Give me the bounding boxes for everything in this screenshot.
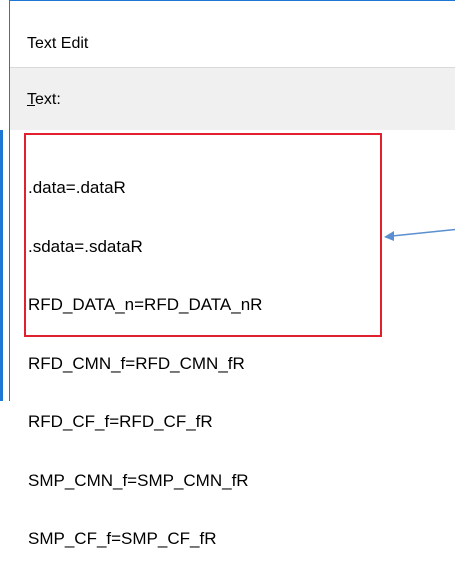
text-edit-window: Text Edit Text: .data=.dataR .sdata=.sda… xyxy=(9,0,455,548)
editor-line: SMP_CMN_f=SMP_CMN_fR xyxy=(28,470,249,490)
text-editor-area[interactable]: .data=.dataR .sdata=.sdataR RFD_DATA_n=R… xyxy=(10,130,455,548)
editor-line: SMP_CF_f=SMP_CF_fR xyxy=(28,529,217,548)
title-bar: Text Edit xyxy=(10,1,455,67)
editor-line: RFD_CMN_f=RFD_CMN_fR xyxy=(28,353,245,373)
editor-text[interactable]: .data=.dataR .sdata=.sdataR RFD_DATA_n=R… xyxy=(28,139,262,588)
window-edge xyxy=(0,130,3,401)
text-label-bar: Text: xyxy=(10,67,455,131)
text-label-rest: ext: xyxy=(35,91,61,108)
editor-line: .sdata=.sdataR xyxy=(28,236,143,256)
editor-line: RFD_CF_f=RFD_CF_fR xyxy=(28,412,213,431)
text-label-mnemonic: T xyxy=(27,91,35,108)
pointer-arrow-icon xyxy=(384,228,455,241)
editor-line: RFD_DATA_n=RFD_DATA_nR xyxy=(28,295,263,314)
window-title: Text Edit xyxy=(27,35,89,52)
text-field-label: Text: xyxy=(27,91,61,109)
editor-line: .data=.dataR xyxy=(28,178,126,197)
